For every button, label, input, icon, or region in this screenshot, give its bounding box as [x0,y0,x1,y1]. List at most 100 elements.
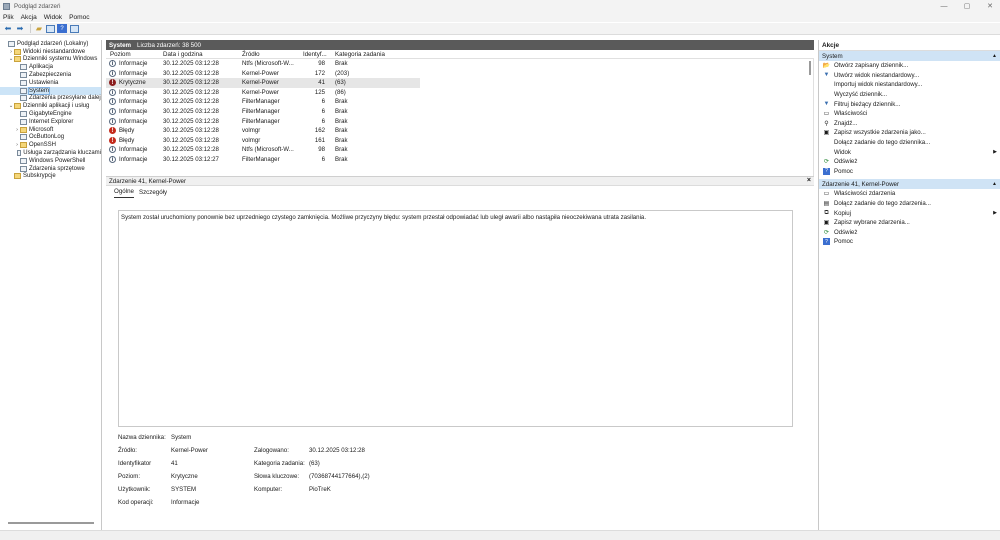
action-item[interactable]: ? Pomoc [819,237,1000,247]
tree-item[interactable]: Subskrypcje [0,173,101,181]
tree-item[interactable]: Aplikacja [0,63,101,71]
tree-item[interactable]: ⌄ Dzienniki aplikacji i usług [0,102,101,110]
tree-item[interactable]: Internet Explorer [0,118,101,126]
close-icon[interactable]: × [807,177,811,184]
tree-item[interactable]: Windows PowerShell [0,157,101,165]
table-row[interactable]: i Informacje 30.12.2025 03:12:28 Kernel-Pow… [106,88,813,98]
menu-view[interactable]: Widok [44,14,62,21]
folder-icon [14,103,21,110]
toolbar-separator [30,24,31,33]
table-row[interactable]: ! Krytyczne 30.12.2025 03:12:28 Kernel-Powe… [106,78,420,88]
cell-id: 6 [321,107,325,115]
cell-date: 30.12.2025 03:12:28 [163,79,219,87]
action-label: Zapisz wybrane zdarzenia... [834,219,910,227]
menu-file[interactable]: Plik [3,14,14,21]
action-item[interactable]: ? Pomoc [819,167,1000,177]
tree-item[interactable]: Usługa zarządzania kluczami [0,149,101,157]
action-item[interactable]: Importuj widok niestandardowy... [819,80,1000,90]
tree-item[interactable]: Zdarzenia sprzętowe [0,165,101,173]
tab-general[interactable]: Ogólne [114,188,134,198]
tree-item[interactable]: › Microsoft [0,126,101,134]
action-item[interactable]: ▼ Utwórz widok niestandardowy... [819,71,1000,81]
action-label: Odśwież [834,228,858,236]
properties-icon[interactable] [46,24,55,33]
tree-item[interactable]: › OpenSSH [0,141,101,149]
info-icon: i [109,155,116,163]
table-row[interactable]: i Informacje 30.12.2025 03:12:28 FilterMana… [106,117,813,127]
tree-item[interactable]: Podgląd zdarzeń (Lokalny) [0,40,101,48]
column-level[interactable]: Poziom [110,51,131,58]
action-item[interactable]: Widok ▶ [819,147,1000,157]
forward-arrow-icon[interactable]: ➡ [15,24,25,33]
menu-help[interactable]: Pomoc [69,14,90,21]
table-row[interactable]: i Informacje 30.12.2025 03:12:28 Ntfs (Micr… [106,59,813,69]
tree-item[interactable]: ⌄ Dzienniki systemu Windows [0,56,101,64]
action-label: Znajdź... [834,119,858,127]
tree-item[interactable]: Ustawienia [0,79,101,87]
tree-horizontal-scrollbar[interactable] [8,522,94,524]
minimize-button[interactable]: — [936,0,952,12]
log-icon [16,150,22,157]
blank-icon [823,91,830,98]
action-item[interactable]: ⟳ Odśwież [819,157,1000,167]
folder-icon[interactable]: ▰ [34,24,44,33]
cell-level: Informacje [119,60,148,67]
action-item[interactable]: ⟳ Odśwież [819,228,1000,238]
tree-item-label: Dzienniki aplikacji i usług [23,103,90,110]
action-item[interactable]: ▣ Zapisz wybrane zdarzenia... [819,218,1000,228]
actions-section-event[interactable]: Zdarzenie 41, Kernel-Power ▲ [819,179,1000,190]
tree-item[interactable]: Zdarzenia przesyłane dalej [0,95,101,103]
column-category[interactable]: Kategoria zadania [335,51,385,58]
collapse-icon[interactable]: ▲ [992,181,997,187]
close-button[interactable]: ✕ [982,0,998,12]
tree-item[interactable]: Zabezpieczenia [0,71,101,79]
prop-computer-value: PioTreK [309,486,331,493]
prop-level-label: Poziom: [118,473,141,480]
menu-action[interactable]: Akcja [21,14,37,21]
cell-id: 6 [321,155,325,163]
table-row[interactable]: ! Błędy 30.12.2025 03:12:28 volmgr 162 Brak [106,126,813,136]
back-arrow-icon[interactable]: ⬅ [3,24,13,33]
error-icon: ! [109,136,116,144]
action-label: Dołącz zadanie do tego dziennika... [834,139,931,147]
column-date[interactable]: Data i godzina [163,51,203,58]
tree-item[interactable]: System [0,86,101,95]
tree-item[interactable]: OcButtonLog [0,134,101,142]
action-item[interactable]: ▣ Zapisz wszystkie zdarzenia jako... [819,128,1000,138]
console-tree: Podgląd zdarzeń (Lokalny) › Widoki niestan… [0,40,102,530]
action-item[interactable]: Wyczyść dziennik... [819,90,1000,100]
maximize-button[interactable]: ▢ [959,0,975,12]
action-item[interactable]: ▼ Filtruj bieżący dziennik... [819,99,1000,109]
cell-id: 125 [314,88,325,96]
action-item[interactable]: ▭ Właściwości zdarzenia [819,189,1000,199]
cell-source: Kernel-Power [242,79,279,87]
tab-details[interactable]: Szczegóły [139,189,167,198]
cell-date: 30.12.2025 03:12:28 [163,98,219,106]
table-row[interactable]: i Informacje 30.12.2025 03:12:28 FilterMana… [106,97,813,107]
table-row[interactable]: i Informacje 30.12.2025 03:12:27 FilterMana… [106,155,813,165]
cell-category: Brak [335,136,348,144]
table-row[interactable]: i Informacje 30.12.2025 03:12:28 Kernel-Pow… [106,69,813,79]
actions-section-system[interactable]: System ▲ [819,51,1000,61]
table-row[interactable]: i Informacje 30.12.2025 03:12:28 Ntfs (Micr… [106,145,813,155]
cell-id: 98 [318,60,325,67]
action-item[interactable]: ▤ Dołącz zadanie do tego zdarzenia... [819,199,1000,209]
action-item[interactable]: ⧉ Kopiuj ▶ [819,208,1000,218]
console-icon[interactable] [70,24,79,33]
info-icon: i [109,107,116,115]
action-item[interactable]: 📂 Otwórz zapisany dziennik... [819,61,1000,71]
tree-item-label: Usługa zarządzania kluczami [23,150,101,157]
action-item[interactable]: Dołącz zadanie do tego dziennika... [819,138,1000,148]
table-row[interactable]: i Informacje 30.12.2025 03:12:28 FilterMana… [106,107,813,117]
tree-item[interactable]: › Widoki niestandardowe [0,48,101,56]
column-source[interactable]: Źródło [242,51,260,58]
collapse-icon[interactable]: ▲ [992,53,997,59]
tree-item[interactable]: GigabyteEngine [0,110,101,118]
action-item[interactable]: ▭ Właściwości [819,109,1000,119]
action-label: Widok [834,148,851,156]
action-item[interactable]: ⚲ Znajdź... [819,119,1000,129]
column-id[interactable]: Identyf... [303,51,327,58]
cell-level: Błędy [119,136,135,144]
help-icon[interactable]: ? [57,24,67,33]
table-row[interactable]: ! Błędy 30.12.2025 03:12:28 volmgr 161 Brak [106,136,813,146]
